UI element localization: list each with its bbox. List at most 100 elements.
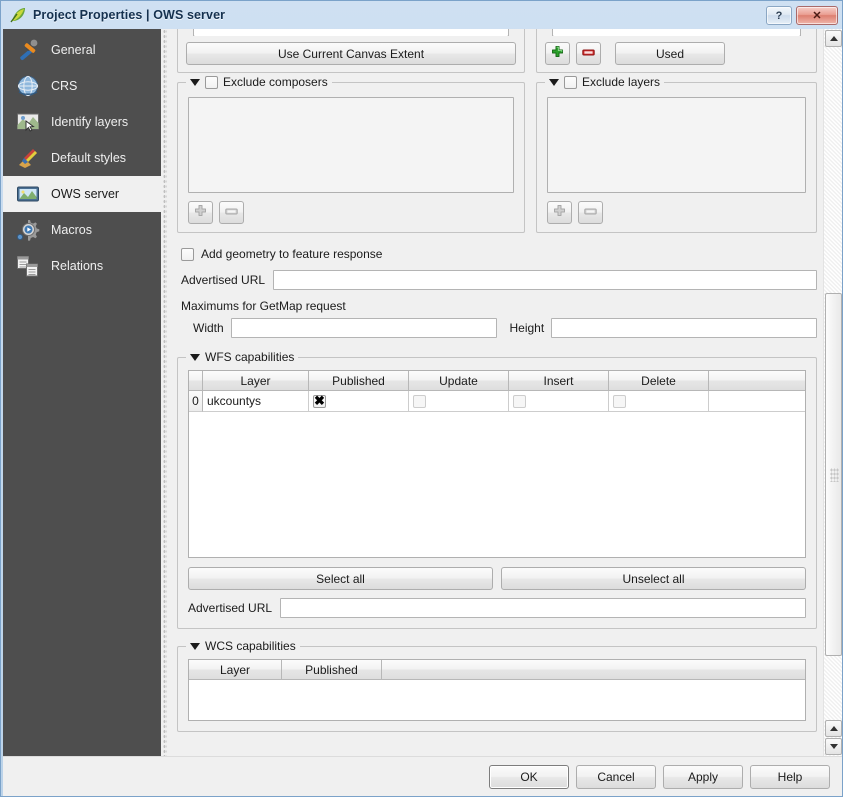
wfs-select-buttons: Select all Unselect all — [188, 567, 806, 590]
wcs-col-published[interactable]: Published — [282, 660, 382, 680]
add-geometry-row[interactable]: Add geometry to feature response — [177, 247, 817, 261]
exclude-composers-title[interactable]: Exclude composers — [186, 75, 332, 89]
extent-fields-partial — [193, 29, 509, 36]
add-crs-button[interactable] — [545, 42, 570, 65]
sidebar-item-identify-layers[interactable]: Identify layers — [3, 104, 161, 140]
wfs-table[interactable]: Layer Published Update Insert Delete 0 u… — [188, 370, 806, 558]
wfs-select-all-button[interactable]: Select all — [188, 567, 493, 590]
getmap-maximums-row: Width Height — [177, 318, 817, 338]
wfs-capabilities-title[interactable]: WFS capabilities — [186, 350, 299, 364]
exclude-layers-checkbox[interactable] — [564, 75, 577, 89]
wfs-cell-published[interactable] — [309, 391, 409, 412]
remove-crs-button[interactable] — [576, 42, 601, 65]
wfs-cell-insert[interactable] — [509, 391, 609, 412]
wfs-published-checkbox[interactable] — [313, 393, 326, 408]
exclude-layers-list[interactable] — [547, 97, 806, 193]
wcs-table[interactable]: Layer Published — [188, 659, 806, 721]
wfs-advertised-url-label: Advertised URL — [188, 601, 273, 615]
apply-button[interactable]: Apply — [663, 764, 743, 789]
use-current-canvas-extent-button[interactable]: Use Current Canvas Extent — [186, 42, 516, 65]
sidebar-item-relations[interactable]: Relations — [3, 248, 161, 284]
wfs-col-insert[interactable]: Insert — [509, 371, 609, 391]
sidebar-item-label: Identify layers — [51, 115, 129, 129]
wfs-cell-layer[interactable]: ukcountys — [203, 391, 309, 412]
used-crs-button[interactable]: Used — [615, 42, 725, 65]
scroll-down-button[interactable] — [825, 738, 842, 755]
sidebar-item-label: OWS server — [51, 187, 120, 201]
exclude-composers-checkbox[interactable] — [205, 75, 218, 89]
table-row[interactable]: 0 ukcountys — [189, 391, 805, 412]
exclude-composers-group: Exclude composers — [177, 75, 525, 233]
extent-group: Use Current Canvas Extent — [177, 29, 525, 73]
wfs-col-layer[interactable]: Layer — [203, 371, 309, 391]
wfs-cell-update[interactable] — [409, 391, 509, 412]
wcs-table-empty-area[interactable] — [189, 680, 805, 720]
collapse-triangle-icon[interactable] — [190, 642, 200, 650]
sidebar-item-default-styles[interactable]: Default styles — [3, 140, 161, 176]
minus-gray-icon — [583, 204, 598, 222]
wfs-update-checkbox[interactable] — [413, 394, 426, 408]
scroll-up-button-bottom[interactable] — [825, 720, 842, 737]
add-geometry-checkbox[interactable] — [181, 247, 194, 261]
collapse-triangle-icon[interactable] — [190, 78, 200, 86]
wfs-cell-delete[interactable] — [609, 391, 709, 412]
plus-gray-icon — [552, 204, 567, 222]
content-vertical-scrollbar[interactable] — [823, 29, 842, 756]
wfs-col-update[interactable]: Update — [409, 371, 509, 391]
ows-server-icon — [15, 181, 41, 207]
wfs-col-delete[interactable]: Delete — [609, 371, 709, 391]
qgis-leaf-icon — [9, 6, 27, 24]
window-help-button[interactable]: ? — [766, 6, 792, 25]
add-geometry-label: Add geometry to feature response — [201, 247, 383, 261]
wcs-col-layer[interactable]: Layer — [189, 660, 282, 680]
add-composer-button[interactable] — [188, 201, 213, 224]
wfs-capabilities-label: WFS capabilities — [205, 350, 295, 364]
wfs-capabilities-group: WFS capabilities Layer Published Update … — [177, 350, 817, 629]
cancel-button[interactable]: Cancel — [576, 764, 656, 789]
splitter-grip — [163, 29, 167, 756]
ok-button[interactable]: OK — [489, 764, 569, 789]
getmap-width-input[interactable] — [230, 318, 497, 338]
chevron-up-icon — [829, 36, 838, 41]
paintbrush-icon — [15, 145, 41, 171]
advertised-url-label: Advertised URL — [181, 273, 266, 287]
remove-layer-button[interactable] — [578, 201, 603, 224]
hammer-wrench-icon — [15, 37, 41, 63]
wfs-table-header: Layer Published Update Insert Delete — [189, 371, 805, 391]
sidebar-item-ows-server[interactable]: OWS server — [3, 176, 161, 212]
exclude-composers-list[interactable] — [188, 97, 514, 193]
wfs-advertised-url-input[interactable] — [280, 598, 806, 618]
exclude-layers-title[interactable]: Exclude layers — [545, 75, 665, 89]
title-bar: Project Properties | OWS server ? ✕ — [1, 1, 843, 29]
wfs-insert-checkbox[interactable] — [513, 394, 526, 408]
help-button[interactable]: Help — [750, 764, 830, 789]
ows-server-panel: Use Current Canvas Extent Used Exclude c… — [171, 29, 823, 756]
plus-gray-icon — [193, 204, 208, 222]
wfs-table-empty-area[interactable] — [189, 412, 805, 557]
sidebar-item-general[interactable]: General — [3, 32, 161, 68]
add-layer-button[interactable] — [547, 201, 572, 224]
sidebar-item-macros[interactable]: Macros — [3, 212, 161, 248]
wfs-corner-header — [189, 371, 203, 391]
collapse-triangle-icon[interactable] — [190, 353, 200, 361]
wcs-capabilities-title[interactable]: WCS capabilities — [186, 639, 300, 653]
wfs-delete-checkbox[interactable] — [613, 394, 626, 408]
scroll-up-button[interactable] — [825, 30, 842, 47]
wfs-unselect-all-button[interactable]: Unselect all — [501, 567, 806, 590]
scrollbar-thumb[interactable] — [825, 293, 842, 656]
wfs-row-index: 0 — [189, 391, 203, 412]
exclude-layers-label: Exclude layers — [582, 75, 661, 89]
exclude-composers-label: Exclude composers — [223, 75, 328, 89]
getmap-height-input[interactable] — [551, 318, 817, 338]
sidebar-item-crs[interactable]: CRS — [3, 68, 161, 104]
remove-composer-button[interactable] — [219, 201, 244, 224]
sidebar-splitter[interactable] — [161, 29, 171, 756]
plus-green-icon — [550, 45, 565, 63]
scrollbar-grip-icon — [830, 467, 839, 482]
collapse-triangle-icon[interactable] — [549, 78, 559, 86]
wfs-col-published[interactable]: Published — [309, 371, 409, 391]
sidebar-item-label: Relations — [51, 259, 104, 273]
window-close-button[interactable]: ✕ — [796, 6, 838, 25]
getmap-height-label: Height — [509, 321, 545, 335]
advertised-url-input-top[interactable] — [273, 270, 817, 290]
